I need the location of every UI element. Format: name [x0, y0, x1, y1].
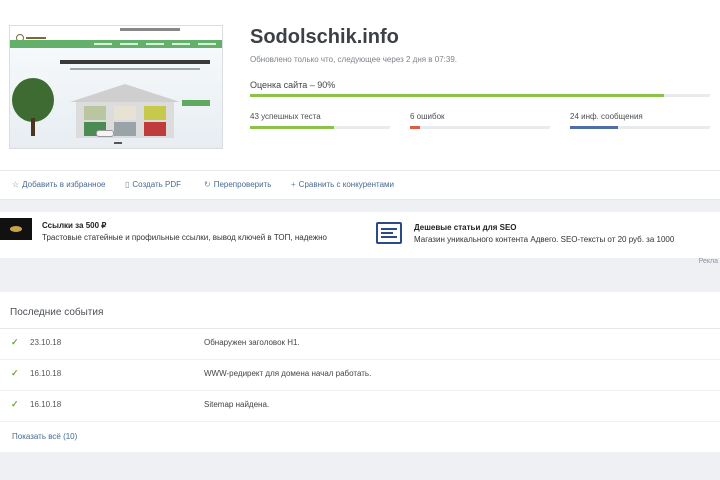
add-to-favorites-button[interactable]: ☆ Добавить в избранное — [12, 180, 105, 189]
ad-1-title[interactable]: Ссылки за 500 ₽ — [42, 221, 106, 230]
stat-info-bar — [570, 126, 710, 129]
event-text: WWW-редирект для домена начал работать. — [204, 369, 372, 378]
recheck-label: Перепроверить — [213, 180, 272, 189]
thumbnail-subline — [70, 68, 200, 70]
site-score-bar — [250, 94, 710, 97]
stat-errors-label: 6 ошибок — [410, 112, 445, 121]
stat-errors-fill — [410, 126, 420, 129]
thumbnail-house — [70, 84, 180, 138]
ads-label[interactable]: Рекла — [699, 258, 718, 265]
ad-1-text[interactable]: Трастовые статейные и профильные ссылки,… — [42, 233, 327, 242]
event-date: 16.10.18 — [30, 400, 62, 409]
site-score-label: Оценка сайта – 90% — [250, 80, 336, 90]
monitor-icon[interactable] — [376, 222, 402, 244]
show-all-events-link[interactable]: Показать всё (10) — [12, 432, 77, 441]
site-name: Sodolschik.info — [250, 26, 399, 48]
thumbnail-tree — [12, 78, 54, 136]
thumbnail-button — [182, 100, 210, 106]
recent-events-title: Последние события — [10, 307, 104, 318]
check-icon: ✓ — [11, 399, 19, 409]
event-row: ✓ 16.10.18 Sitemap найдена. — [0, 391, 720, 422]
event-date: 23.10.18 — [30, 338, 62, 347]
stat-info[interactable]: 24 инф. сообщения — [570, 112, 710, 129]
create-pdf-label: Создать PDF — [132, 180, 182, 189]
thumbnail-slider-dots — [114, 142, 122, 144]
thumbnail-phone — [120, 28, 180, 31]
event-row: ✓ 23.10.18 Обнаружен заголовок H1. — [0, 329, 720, 360]
thumbnail-nav — [10, 40, 222, 48]
stat-success-bar — [250, 126, 390, 129]
create-pdf-button[interactable]: ▯ Создать PDF — [125, 180, 181, 189]
update-status: Обновлено только что, следующее через 2 … — [250, 55, 458, 64]
thumbnail-headline — [60, 60, 210, 64]
stat-success-label: 43 успешных теста — [250, 112, 321, 121]
recheck-button[interactable]: ↻ Перепроверить — [204, 180, 271, 189]
event-date: 16.10.18 — [30, 369, 62, 378]
site-screenshot-thumbnail[interactable] — [9, 25, 223, 149]
add-to-favorites-label: Добавить в избранное — [22, 180, 106, 189]
report-actions: ☆ Добавить в избранное ▯ Создать PDF ↻ Пере… — [0, 170, 720, 198]
star-icon: ☆ — [12, 180, 20, 189]
stat-success-fill — [250, 126, 334, 129]
thumbnail-top-bar — [10, 26, 222, 34]
stat-errors[interactable]: 6 ошибок — [410, 112, 550, 129]
thumbnail-car — [96, 130, 114, 137]
stat-success[interactable]: 43 успешных теста — [250, 112, 390, 129]
plus-icon: + — [291, 180, 296, 189]
event-row: ✓ 16.10.18 WWW-редирект для домена начал… — [0, 360, 720, 391]
refresh-icon: ↻ — [204, 180, 211, 189]
site-report-card: Sodolschik.info Обновлено только что, сл… — [0, 0, 720, 200]
site-score-fill — [250, 94, 664, 97]
ad-1-image[interactable] — [0, 218, 32, 240]
recent-events-card: Последние события ✓ 23.10.18 Обнаружен з… — [0, 292, 720, 452]
ad-2-title[interactable]: Дешевые статьи для SEO — [414, 223, 517, 232]
check-icon: ✓ — [11, 368, 19, 378]
document-icon: ▯ — [125, 180, 130, 189]
event-text: Sitemap найдена. — [204, 400, 270, 409]
compare-competitors-label: Сравнить с конкурентами — [298, 180, 395, 189]
check-icon: ✓ — [11, 337, 19, 347]
stat-errors-bar — [410, 126, 550, 129]
ad-2-text[interactable]: Магазин уникального контента Адвего. SEO… — [414, 235, 674, 244]
compare-competitors-button[interactable]: + Сравнить с конкурентами — [291, 180, 394, 189]
event-text: Обнаружен заголовок H1. — [204, 338, 300, 347]
stat-info-label: 24 инф. сообщения — [570, 112, 643, 121]
stat-info-fill — [570, 126, 618, 129]
